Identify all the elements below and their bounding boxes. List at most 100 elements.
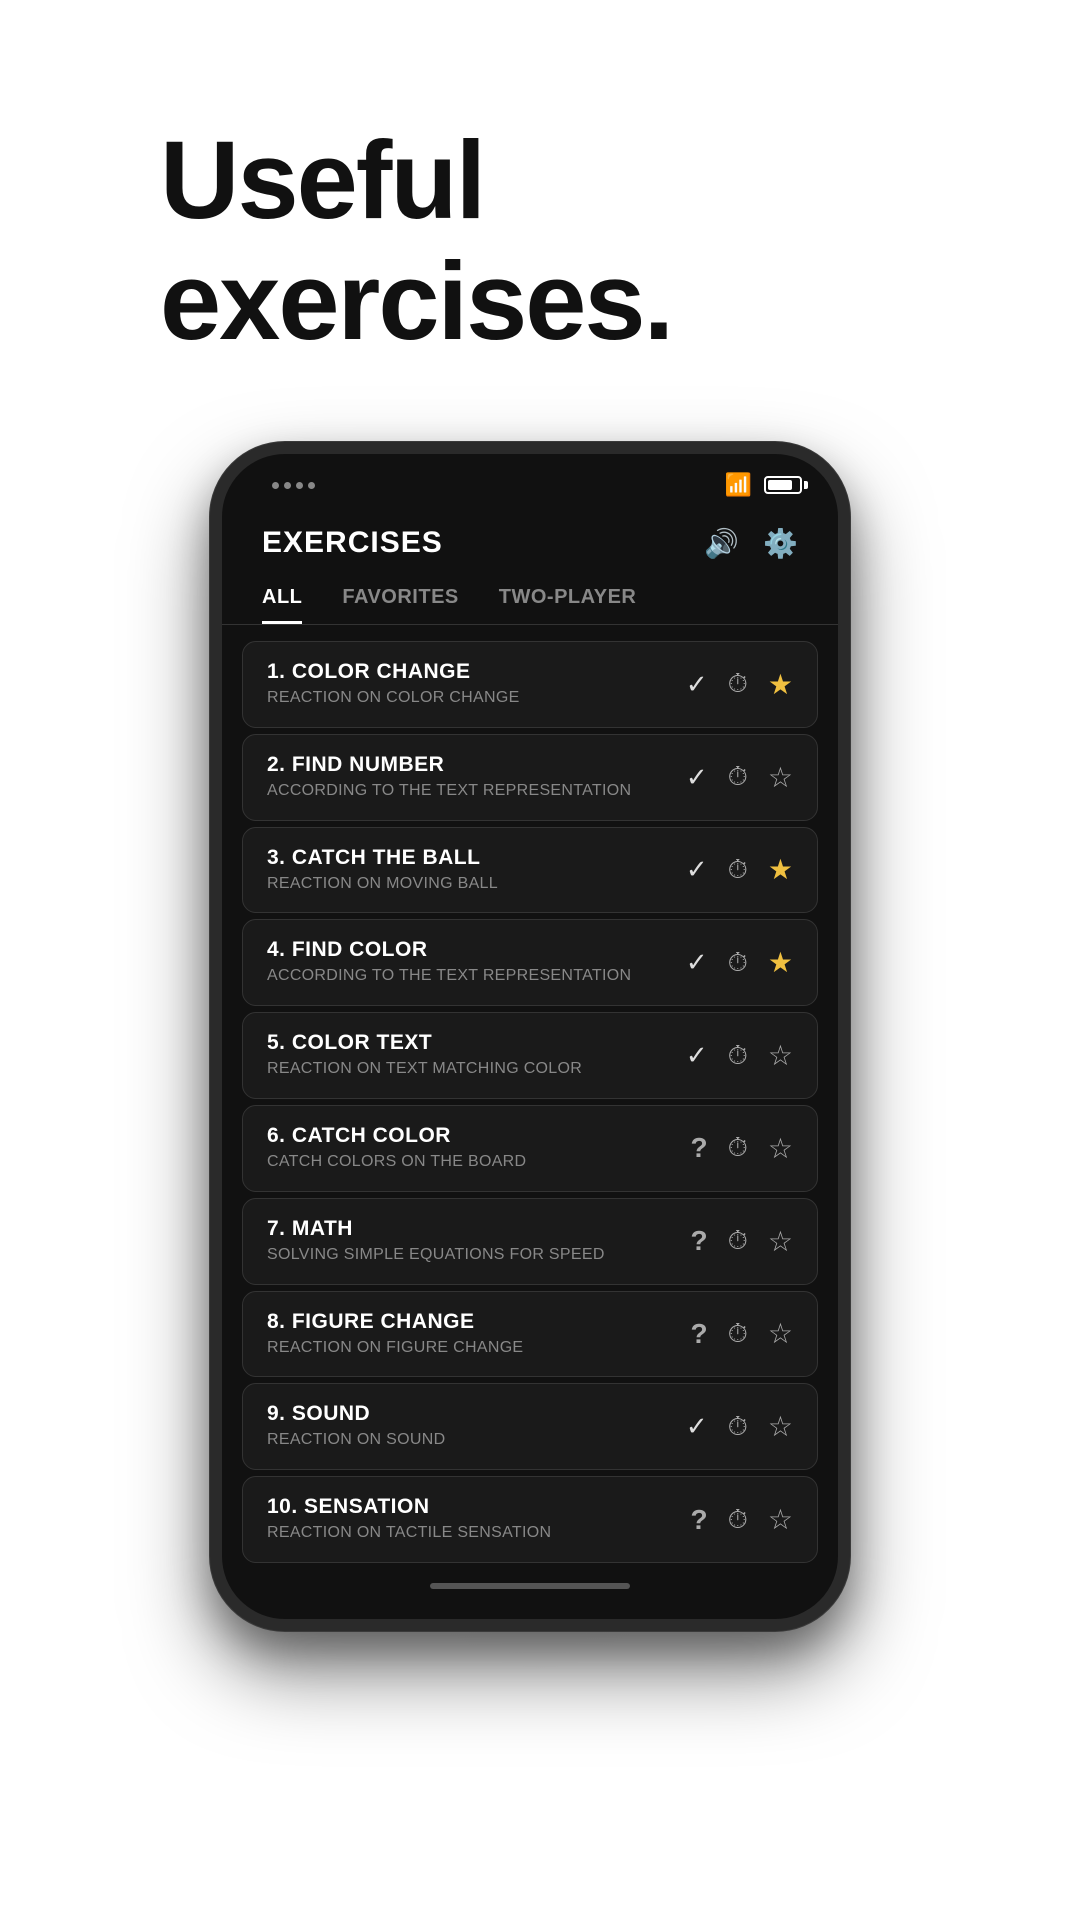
exercise-name: 3. CATCH THE BALL <box>267 846 670 870</box>
exercise-item-2[interactable]: 2. FIND NUMBER ACCORDING TO THE TEXT REP… <box>242 734 818 821</box>
exercise-text: 1. COLOR CHANGE REACTION ON COLOR CHANGE <box>267 660 670 709</box>
exercise-desc: ACCORDING TO THE TEXT REPRESENTATION <box>267 781 670 802</box>
exercise-name: 10. SENSATION <box>267 1495 675 1519</box>
exercise-actions: ✓ ⏱ ★ <box>686 853 793 886</box>
page-title-area: Useful exercises. <box>0 0 1080 422</box>
exercise-item-9[interactable]: 9. SOUND REACTION ON SOUND ✓ ⏱ ☆ <box>242 1383 818 1470</box>
favorite-star-icon[interactable]: ☆ <box>768 1039 793 1072</box>
exercise-actions: ✓ ⏱ ☆ <box>686 1410 793 1443</box>
exercise-actions: ? ⏱ ☆ <box>691 1132 794 1165</box>
favorite-star-icon[interactable]: ☆ <box>768 1503 793 1536</box>
exercise-actions: ? ⏱ ☆ <box>691 1503 794 1536</box>
exercise-desc: REACTION ON MOVING BALL <box>267 874 670 895</box>
exercise-desc: REACTION ON FIGURE CHANGE <box>267 1338 675 1359</box>
status-check-icon: ✓ <box>686 762 708 793</box>
history-icon[interactable]: ⏱ <box>728 1411 748 1443</box>
exercise-desc: REACTION ON SOUND <box>267 1430 670 1451</box>
exercise-text: 6. CATCH COLOR CATCH COLORS ON THE BOARD <box>267 1124 675 1173</box>
exercise-name: 1. COLOR CHANGE <box>267 660 670 684</box>
history-icon[interactable]: ⏱ <box>728 854 748 886</box>
status-question-icon: ? <box>691 1318 708 1350</box>
exercise-name: 2. FIND NUMBER <box>267 753 670 777</box>
exercise-name: 7. MATH <box>267 1217 675 1241</box>
exercise-item-8[interactable]: 8. FIGURE CHANGE REACTION ON FIGURE CHAN… <box>242 1291 818 1378</box>
exercise-text: 7. MATH SOLVING SIMPLE EQUATIONS FOR SPE… <box>267 1217 675 1266</box>
settings-button[interactable]: ⚙️ <box>763 527 798 560</box>
favorite-star-icon[interactable]: ☆ <box>768 1410 793 1443</box>
exercise-actions: ? ⏱ ☆ <box>691 1317 794 1350</box>
exercise-desc: CATCH COLORS ON THE BOARD <box>267 1152 675 1173</box>
status-check-icon: ✓ <box>686 1411 708 1442</box>
tab-favorites[interactable]: FAVORITES <box>342 586 458 624</box>
app-header: EXERCISES 🔊 ⚙️ <box>222 506 838 570</box>
history-icon[interactable]: ⏱ <box>728 1504 748 1536</box>
history-icon[interactable]: ⏱ <box>728 1132 748 1164</box>
exercise-name: 5. COLOR TEXT <box>267 1031 670 1055</box>
favorite-star-icon[interactable]: ★ <box>768 946 793 979</box>
exercise-actions: ✓ ⏱ ★ <box>686 946 793 979</box>
exercise-actions: ✓ ⏱ ★ <box>686 668 793 701</box>
dot1 <box>272 482 279 489</box>
history-icon[interactable]: ⏱ <box>728 668 748 700</box>
exercise-name: 9. SOUND <box>267 1402 670 1426</box>
history-icon[interactable]: ⏱ <box>728 1318 748 1350</box>
exercise-item-1[interactable]: 1. COLOR CHANGE REACTION ON COLOR CHANGE… <box>242 641 818 728</box>
exercise-list: 1. COLOR CHANGE REACTION ON COLOR CHANGE… <box>222 641 838 1563</box>
status-bar: 📶 <box>222 454 838 506</box>
page-title: Useful exercises. <box>160 120 920 362</box>
title-line2: exercises. <box>160 240 672 363</box>
exercise-actions: ? ⏱ ☆ <box>691 1225 794 1258</box>
phone-wrapper: 📶 EXERCISES 🔊 ⚙️ ALL FAVORITES TWO-PLAYE… <box>210 442 870 1742</box>
history-icon[interactable]: ⏱ <box>728 1040 748 1072</box>
history-icon[interactable]: ⏱ <box>728 761 748 793</box>
exercise-item-4[interactable]: 4. FIND COLOR ACCORDING TO THE TEXT REPR… <box>242 919 818 1006</box>
exercise-item-5[interactable]: 5. COLOR TEXT REACTION ON TEXT MATCHING … <box>242 1012 818 1099</box>
exercise-desc: REACTION ON TEXT MATCHING COLOR <box>267 1059 670 1080</box>
exercise-item-7[interactable]: 7. MATH SOLVING SIMPLE EQUATIONS FOR SPE… <box>242 1198 818 1285</box>
exercise-text: 9. SOUND REACTION ON SOUND <box>267 1402 670 1451</box>
header-icons: 🔊 ⚙️ <box>704 527 798 560</box>
exercise-text: 8. FIGURE CHANGE REACTION ON FIGURE CHAN… <box>267 1310 675 1359</box>
exercise-text: 5. COLOR TEXT REACTION ON TEXT MATCHING … <box>267 1031 670 1080</box>
history-icon[interactable]: ⏱ <box>728 947 748 979</box>
phone-frame: 📶 EXERCISES 🔊 ⚙️ ALL FAVORITES TWO-PLAYE… <box>210 442 850 1631</box>
home-bar <box>430 1583 630 1589</box>
exercise-item-6[interactable]: 6. CATCH COLOR CATCH COLORS ON THE BOARD… <box>242 1105 818 1192</box>
status-check-icon: ✓ <box>686 854 708 885</box>
exercise-desc: SOLVING SIMPLE EQUATIONS FOR SPEED <box>267 1245 675 1266</box>
sound-button[interactable]: 🔊 <box>704 527 739 560</box>
dot2 <box>284 482 291 489</box>
exercise-name: 4. FIND COLOR <box>267 938 670 962</box>
favorite-star-icon[interactable]: ☆ <box>768 1225 793 1258</box>
wifi-icon: 📶 <box>725 472 752 498</box>
exercise-text: 3. CATCH THE BALL REACTION ON MOVING BAL… <box>267 846 670 895</box>
status-check-icon: ✓ <box>686 669 708 700</box>
exercise-desc: ACCORDING TO THE TEXT REPRESENTATION <box>267 966 670 987</box>
app-title: EXERCISES <box>262 526 443 560</box>
exercise-name: 6. CATCH COLOR <box>267 1124 675 1148</box>
exercise-name: 8. FIGURE CHANGE <box>267 1310 675 1334</box>
dot4 <box>308 482 315 489</box>
tab-bar: ALL FAVORITES TWO-PLAYER <box>222 570 838 625</box>
status-question-icon: ? <box>691 1504 708 1536</box>
favorite-star-icon[interactable]: ☆ <box>768 1317 793 1350</box>
tab-two-player[interactable]: TWO-PLAYER <box>499 586 637 624</box>
exercise-text: 10. SENSATION REACTION ON TACTILE SENSAT… <box>267 1495 675 1544</box>
status-check-icon: ✓ <box>686 1040 708 1071</box>
battery-icon <box>764 476 808 494</box>
exercise-item-3[interactable]: 3. CATCH THE BALL REACTION ON MOVING BAL… <box>242 827 818 914</box>
favorite-star-icon[interactable]: ☆ <box>768 1132 793 1165</box>
status-question-icon: ? <box>691 1132 708 1164</box>
exercise-actions: ✓ ⏱ ☆ <box>686 1039 793 1072</box>
favorite-star-icon[interactable]: ☆ <box>768 761 793 794</box>
tab-all[interactable]: ALL <box>262 586 302 624</box>
favorite-star-icon[interactable]: ★ <box>768 668 793 701</box>
exercise-desc: REACTION ON COLOR CHANGE <box>267 688 670 709</box>
history-icon[interactable]: ⏱ <box>728 1225 748 1257</box>
exercise-text: 2. FIND NUMBER ACCORDING TO THE TEXT REP… <box>267 753 670 802</box>
exercise-item-10[interactable]: 10. SENSATION REACTION ON TACTILE SENSAT… <box>242 1476 818 1563</box>
exercise-desc: REACTION ON TACTILE SENSATION <box>267 1523 675 1544</box>
status-question-icon: ? <box>691 1225 708 1257</box>
status-check-icon: ✓ <box>686 947 708 978</box>
favorite-star-icon[interactable]: ★ <box>768 853 793 886</box>
